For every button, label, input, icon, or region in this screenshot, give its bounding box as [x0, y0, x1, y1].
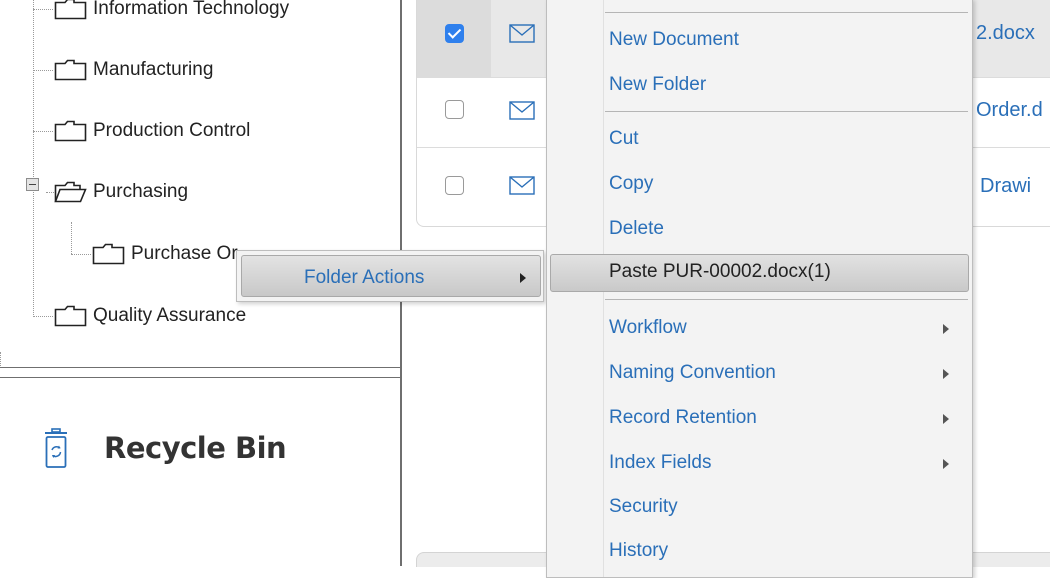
tree-node-purchase-orders[interactable]: Purchase Or — [92, 243, 238, 265]
menu-item-cut[interactable]: Cut — [609, 128, 639, 150]
document-name-link[interactable]: 2.docx — [976, 22, 1035, 45]
tree-guide-line — [46, 192, 54, 193]
panel-edge — [416, 552, 547, 567]
menu-item-new-folder[interactable]: New Folder — [609, 74, 706, 96]
folder-icon — [54, 0, 87, 20]
folder-open-icon — [54, 181, 87, 203]
submenu-arrow-icon — [943, 414, 949, 424]
tree-node-purchasing[interactable]: Purchasing — [54, 181, 188, 203]
pane-splitter-horizontal[interactable] — [0, 367, 401, 378]
tree-guide-line — [33, 0, 34, 315]
menu-item-paste[interactable]: Paste PUR-00002.docx(1) — [550, 254, 969, 292]
menu-item-label: Paste PUR-00002.docx(1) — [609, 261, 831, 282]
menu-item-record-retention[interactable]: Record Retention — [609, 407, 757, 429]
recycle-bin-icon — [45, 428, 67, 468]
submenu-arrow-icon — [520, 273, 526, 283]
email-icon[interactable] — [509, 101, 535, 120]
tree-guide-line — [71, 254, 91, 255]
document-name-link[interactable]: Order.d — [976, 99, 1043, 122]
menu-item-workflow[interactable]: Workflow — [609, 317, 687, 339]
menu-item-label: Folder Actions — [304, 267, 425, 288]
folder-icon — [54, 120, 87, 142]
tree-node-manufacturing[interactable]: Manufacturing — [54, 59, 213, 81]
submenu-arrow-icon — [943, 459, 949, 469]
menu-item-copy[interactable]: Copy — [609, 173, 653, 195]
email-icon[interactable] — [509, 24, 535, 43]
tree-node-quality-assurance[interactable]: Quality Assurance — [54, 305, 246, 327]
folder-tree: Information Technology Manufacturing Pro… — [0, 0, 400, 370]
tree-node-production-control[interactable]: Production Control — [54, 120, 250, 142]
tree-node-label: Information Technology — [93, 0, 290, 19]
recycle-bin-label: Recycle Bin — [104, 431, 287, 465]
menu-item-new-document[interactable]: New Document — [609, 29, 739, 51]
folder-actions-submenu: Folder Actions — [236, 250, 544, 302]
tree-guide-line — [33, 70, 53, 71]
row-checkbox[interactable] — [445, 176, 464, 195]
folder-icon — [54, 305, 87, 327]
panel-edge — [972, 552, 1050, 567]
tree-node-label: Manufacturing — [93, 59, 214, 80]
tree-guide-line — [33, 316, 53, 317]
menu-item-security[interactable]: Security — [609, 496, 678, 518]
menu-separator — [605, 299, 968, 300]
folder-actions-menu-item[interactable]: Folder Actions — [241, 255, 541, 297]
tree-node-label: Purchasing — [93, 181, 189, 202]
folder-icon — [92, 243, 125, 265]
submenu-arrow-icon — [943, 369, 949, 379]
tree-guide-line — [33, 9, 53, 10]
tree-node-label: Quality Assurance — [93, 305, 247, 326]
document-name-link[interactable]: Drawi — [980, 175, 1031, 198]
menu-item-index-fields[interactable]: Index Fields — [609, 452, 711, 474]
menu-separator — [605, 12, 968, 13]
submenu-arrow-icon — [943, 324, 949, 334]
collapse-toggle-icon[interactable] — [26, 178, 39, 191]
recycle-bin-link[interactable]: Recycle Bin — [44, 428, 287, 468]
tree-guide-line — [0, 352, 1, 366]
tree-guide-line — [71, 222, 72, 254]
row-checkbox[interactable] — [445, 24, 464, 43]
tree-node-label: Production Control — [93, 120, 251, 141]
menu-separator — [605, 111, 968, 112]
tree-node-information-technology[interactable]: Information Technology — [54, 0, 289, 20]
menu-item-delete[interactable]: Delete — [609, 218, 664, 240]
row-checkbox[interactable] — [445, 100, 464, 119]
email-icon[interactable] — [509, 176, 535, 195]
menu-item-naming-convention[interactable]: Naming Convention — [609, 362, 776, 384]
folder-icon — [54, 59, 87, 81]
context-menu: New Document New Folder Cut Copy Delete … — [546, 0, 973, 578]
tree-guide-line — [33, 131, 53, 132]
menu-item-history[interactable]: History — [609, 540, 668, 562]
tree-node-label: Purchase Or — [131, 243, 238, 264]
